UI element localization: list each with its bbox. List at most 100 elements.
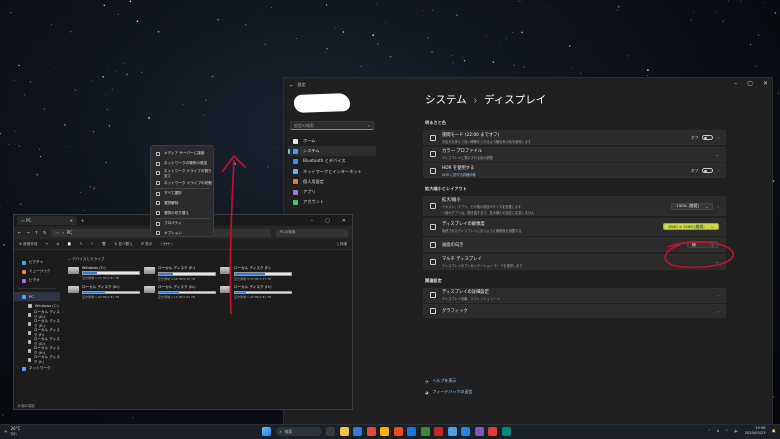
app-icon[interactable] xyxy=(420,427,430,436)
context-menu-item[interactable]: プロパティ xyxy=(151,219,213,229)
feedback-link[interactable]: ◕ フィードバックの送信 xyxy=(425,389,472,395)
close-icon[interactable]: ✕ xyxy=(342,218,346,224)
card-night-light[interactable]: 夜間モード (22:00 までオフ) 青色光を抑えて良い睡眠をとれるよう暖色系の… xyxy=(423,130,726,145)
close-tab-icon[interactable]: ✕ xyxy=(70,218,73,223)
orientation-dropdown[interactable]: 横 ⌄ xyxy=(687,241,719,248)
explorer-sidebar-item[interactable]: ネットワーク xyxy=(14,364,60,373)
app-icon[interactable] xyxy=(366,427,376,436)
back-arrow-icon[interactable]: ← xyxy=(290,83,294,88)
sort-button[interactable]: ⇅ 並べ替え xyxy=(114,242,133,247)
card-graphics[interactable]: グラフィック › xyxy=(423,304,726,318)
hdr-link[interactable]: HDR に関する詳細情報 xyxy=(442,172,691,177)
close-icon[interactable]: ✕ xyxy=(763,80,768,87)
view-button[interactable]: ☰ 表示 xyxy=(141,242,153,247)
explorer-sidebar-item[interactable]: ミュージック xyxy=(14,267,60,276)
notification-bell-icon[interactable]: 🔔 xyxy=(772,429,776,433)
drive-item[interactable]: ローカル ディスク (F:) 空き領域 3.33 TB/7.27 TB xyxy=(220,266,296,281)
card-color-profile[interactable]: カラー プロファイル ディスプレイに表示される色の調整 ⌄ xyxy=(423,146,726,162)
tray-chevron-icon[interactable]: ⌃ xyxy=(708,429,711,433)
new-button[interactable]: ⊕ 新規作成 xyxy=(19,242,38,247)
context-menu-item[interactable]: ネットワーク ドライブの切断 xyxy=(151,178,213,188)
context-menu-item[interactable]: メディア サーバーに接続 xyxy=(151,149,213,159)
sidebar-item-label: ホーム xyxy=(303,138,316,144)
share-icon[interactable]: ⇪ xyxy=(91,242,94,246)
edge-icon[interactable] xyxy=(353,427,362,436)
card-multi-display[interactable]: マルチ ディスプレイ ディスプレイのプレゼンテーション モードを選択します ⌄ xyxy=(423,253,726,270)
help-link[interactable]: ◔ ヘルプを表示 xyxy=(425,378,472,384)
context-menu-item[interactable]: ネットワーク ドライブの割り当て xyxy=(151,169,213,179)
firefox-icon[interactable] xyxy=(393,427,403,436)
store-icon[interactable] xyxy=(407,427,416,436)
refresh-icon[interactable]: ↻ xyxy=(43,230,46,235)
clock[interactable]: 19:58 2025/05/23 xyxy=(745,426,766,436)
minimize-icon[interactable]: – xyxy=(311,218,314,224)
card-advanced-display[interactable]: ディスプレイの詳細設定 ディスプレイ情報、リフレッシュ レート › xyxy=(423,287,726,303)
explorer-sidebar-item[interactable]: ピクチャ xyxy=(14,258,60,267)
maximize-icon[interactable]: ▢ xyxy=(747,80,753,87)
context-menu-label: オプション xyxy=(164,230,182,235)
card-hdr[interactable]: HDR を使用する HDR に関する詳細情報 オフ › xyxy=(423,163,726,178)
explorer-sidebar-item[interactable]: ローカル ディスク (I:) xyxy=(14,355,60,364)
context-menu-item[interactable]: ネットワークの場所の追加 xyxy=(151,159,213,169)
maximize-icon[interactable]: ▢ xyxy=(325,218,330,224)
explorer-sidebar-item[interactable]: ビデオ xyxy=(14,276,60,285)
sidebar-item[interactable]: ホーム xyxy=(288,136,376,146)
app-icon[interactable] xyxy=(461,427,470,436)
context-menu-item[interactable]: すべて選択 xyxy=(151,189,213,199)
minimize-icon[interactable]: – xyxy=(734,80,737,87)
copy-icon[interactable]: ⧉ xyxy=(57,242,60,246)
chrome-icon[interactable] xyxy=(380,427,389,436)
weather-widget[interactable]: ☀ 26°C 晴れ xyxy=(4,426,20,436)
context-menu-item[interactable]: オプション xyxy=(151,229,213,239)
context-menu-item[interactable]: 選択の切り替え xyxy=(151,208,213,218)
explorer-sidebar-item[interactable]: PC xyxy=(14,292,60,301)
up-arrow-icon[interactable]: ↑ xyxy=(35,230,38,235)
file-explorer-icon[interactable] xyxy=(339,427,349,436)
app-icon[interactable] xyxy=(501,427,511,436)
app-icon[interactable] xyxy=(434,427,443,436)
wifi-icon[interactable]: ◠ xyxy=(725,429,728,433)
rename-icon[interactable]: ✎ xyxy=(80,242,83,246)
sidebar-item[interactable]: 個人用設定 xyxy=(288,177,376,187)
explorer-search-input[interactable]: PCの検索 xyxy=(276,228,348,237)
sidebar-item[interactable]: アカウント xyxy=(288,197,376,207)
sidebar-item[interactable]: システム xyxy=(288,146,376,157)
new-tab-button[interactable]: + xyxy=(81,218,84,223)
sidebar-item[interactable]: Bluetooth とデバイス xyxy=(288,156,376,166)
scale-dropdown[interactable]: 150% (推奨) ⌄ xyxy=(671,202,714,210)
drive-item[interactable]: ローカル ディスク (E:) 空き領域 4.08 TB/5.45 TB xyxy=(144,266,220,281)
details-button[interactable]: ▯ 詳細 xyxy=(337,242,347,247)
task-view-icon[interactable] xyxy=(326,427,335,436)
drive-item[interactable]: ローカル ディスク (G:) 空き領域 1.16 TB/1.81 TB xyxy=(144,285,220,299)
drive-item[interactable]: ローカル ディスク (D:) 空き領域 1.09 TB/1.81 TB xyxy=(68,285,144,299)
drive-item[interactable]: Windows (C:) 空き領域 1.37 TB/1.81 TB xyxy=(68,266,144,281)
card-orientation[interactable]: 画面の向き 横 ⌄ xyxy=(423,237,726,252)
app-icon[interactable] xyxy=(474,427,484,436)
sidebar-item[interactable]: アプリ xyxy=(288,187,376,197)
context-menu-item[interactable]: 選択解除 xyxy=(151,199,213,209)
paste-icon[interactable]: 📋 xyxy=(67,242,71,246)
sidebar-item[interactable]: ネットワークとインターネット xyxy=(288,167,376,177)
app-icon[interactable] xyxy=(488,427,497,436)
delete-icon[interactable]: 🗑 xyxy=(102,242,107,246)
volume-icon[interactable]: 🔈 xyxy=(734,429,738,433)
context-menu-label: ネットワーク ドライブの割り当て xyxy=(163,168,212,178)
back-arrow-icon[interactable]: ← xyxy=(18,230,21,235)
drive-item[interactable]: ローカル ディスク (H:) 空き領域 1.44 TB/1.81 TB xyxy=(220,285,296,299)
hdr-toggle[interactable] xyxy=(702,167,714,174)
card-resolution[interactable]: ディスプレイの解像度 接続されたディスプレイに合うように解像度を調整する 384… xyxy=(423,217,726,236)
cut-icon[interactable]: ✂ xyxy=(46,242,49,246)
resolution-dropdown[interactable]: 3840 × 2160 (推奨) ⌄ xyxy=(662,223,719,230)
forward-arrow-icon[interactable]: → xyxy=(26,230,29,235)
card-scale[interactable]: 拡大/縮小 テキスト、アプリ、その他の項目のサイズを変更します 一部のアプリは、… xyxy=(423,196,726,216)
ime-indicator[interactable]: A xyxy=(717,429,719,433)
explorer-tab[interactable]: ▭ PC ✕ xyxy=(17,216,77,225)
settings-search-input[interactable]: 設定の検索 ⌕ xyxy=(290,121,374,130)
breadcrumb-parent[interactable]: システム xyxy=(425,94,467,106)
taskbar-search[interactable]: ⌕ 検索 xyxy=(275,427,322,436)
more-button[interactable]: ••• xyxy=(160,242,173,246)
app-icon[interactable] xyxy=(447,427,457,436)
night-light-toggle[interactable] xyxy=(702,134,714,141)
drives-group-label[interactable]: ⌄ デバイスとドライブ xyxy=(68,257,348,262)
start-icon[interactable] xyxy=(262,427,271,436)
